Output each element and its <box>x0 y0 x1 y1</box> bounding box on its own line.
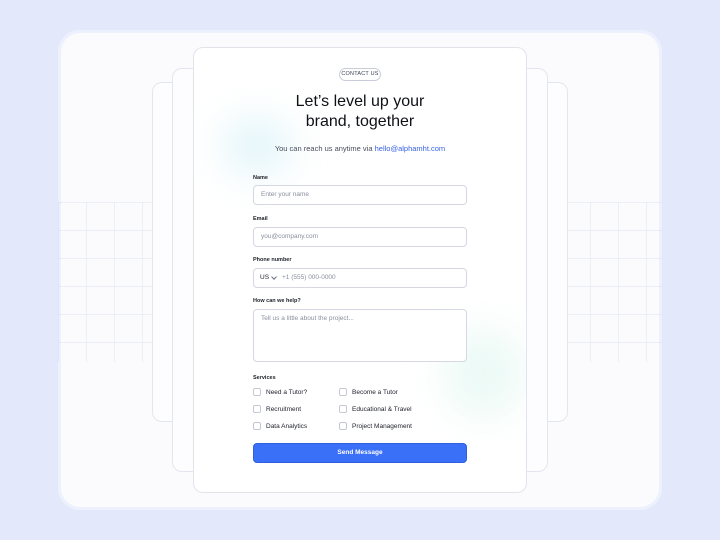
service-option-project-management[interactable]: Project Management <box>339 422 412 430</box>
chevron-down-icon <box>271 273 277 280</box>
phone-label: Phone number <box>253 257 292 263</box>
title-line-1: Let’s level up your <box>295 93 425 110</box>
subtitle-text: You can reach us anytime via <box>274 144 373 153</box>
message-label: How can we help? <box>253 298 301 304</box>
country-code-select[interactable]: US <box>254 269 282 287</box>
name-input[interactable]: Enter your name <box>253 185 467 205</box>
email-link[interactable]: hello@alphamht.com <box>375 144 446 153</box>
service-label: Need a Tutor? <box>266 388 308 396</box>
service-option-data-analytics[interactable]: Data Analytics <box>253 422 307 430</box>
background-frame: CONTACT US Let’s level up your brand, to… <box>58 30 662 510</box>
service-label: Project Management <box>352 422 412 430</box>
contact-form-card: CONTACT US Let’s level up your brand, to… <box>193 47 527 493</box>
contact-subtitle: You can reach us anytime via hello@alpha… <box>194 144 526 153</box>
checkbox[interactable] <box>253 422 261 430</box>
page-title: Let’s level up your brand, together <box>194 92 526 132</box>
checkbox[interactable] <box>339 405 347 413</box>
checkbox[interactable] <box>253 388 261 396</box>
checkbox[interactable] <box>339 388 347 396</box>
service-label: Educational & Travel <box>352 405 412 413</box>
country-code-value: US <box>260 274 270 281</box>
phone-input[interactable]: US +1 (555) 000-0000 <box>253 268 467 288</box>
name-label: Name <box>253 175 268 181</box>
name-placeholder: Enter your name <box>261 191 310 198</box>
checkbox[interactable] <box>339 422 347 430</box>
service-option-educational-travel[interactable]: Educational & Travel <box>339 405 412 413</box>
service-label: Become a Tutor <box>352 388 398 396</box>
service-label: Recruitment <box>266 405 302 413</box>
service-option-need-a-tutor[interactable]: Need a Tutor? <box>253 388 307 396</box>
services-label: Services <box>253 375 276 381</box>
email-placeholder: you@company.com <box>261 233 319 240</box>
email-label: Email <box>253 216 268 222</box>
title-line-2: brand, together <box>305 113 415 130</box>
checkbox[interactable] <box>253 405 261 413</box>
service-label: Data Analytics <box>266 422 308 430</box>
contact-us-badge: CONTACT US <box>339 68 381 81</box>
send-message-button[interactable]: Send Message <box>253 443 467 463</box>
message-placeholder: Tell us a little about the project... <box>261 315 354 322</box>
phone-placeholder: +1 (555) 000-0000 <box>282 274 336 281</box>
message-textarea[interactable]: Tell us a little about the project... <box>253 309 467 362</box>
service-option-recruitment[interactable]: Recruitment <box>253 405 301 413</box>
service-option-become-a-tutor[interactable]: Become a Tutor <box>339 388 398 396</box>
email-input[interactable]: you@company.com <box>253 227 467 247</box>
